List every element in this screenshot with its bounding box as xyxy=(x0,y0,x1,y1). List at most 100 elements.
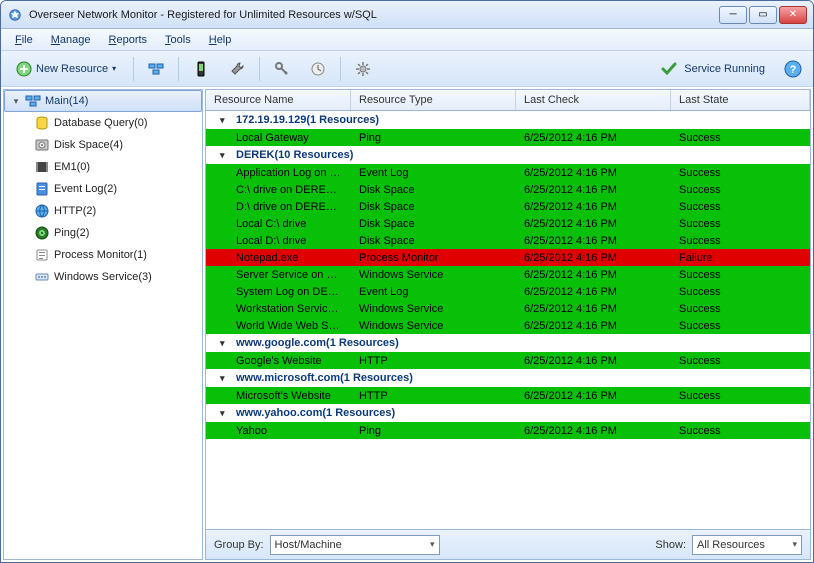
group-by-combo[interactable]: Host/Machine ▾ xyxy=(270,535,440,555)
column-last-state[interactable]: Last State xyxy=(671,90,810,110)
help-button[interactable]: ? xyxy=(779,55,807,83)
tree-item[interactable]: Database Query(0) xyxy=(30,112,202,134)
table-row[interactable]: Notepad.exeProcess Monitor6/25/2012 4:16… xyxy=(206,249,810,266)
cell-last-check: 6/25/2012 4:16 PM xyxy=(516,251,671,265)
cell-last-check: 6/25/2012 4:16 PM xyxy=(516,183,671,197)
show-value: All Resources xyxy=(697,539,765,551)
table-row[interactable]: Local D:\ driveDisk Space6/25/2012 4:16 … xyxy=(206,232,810,249)
cell-resource-type: Ping xyxy=(351,131,516,145)
minimize-button[interactable]: ─ xyxy=(719,6,747,24)
table-row[interactable]: D:\ drive on DEREK via ...Disk Space6/25… xyxy=(206,198,810,215)
cell-last-state: Success xyxy=(671,131,810,145)
tree-item-label: Process Monitor(1) xyxy=(54,249,147,261)
cell-last-check: 6/25/2012 4:16 PM xyxy=(516,268,671,282)
table-row[interactable]: Workstation Service on...Windows Service… xyxy=(206,300,810,317)
new-resource-button[interactable]: New Resource ▾ xyxy=(7,55,125,83)
cell-last-state: Success xyxy=(671,183,810,197)
table-row[interactable]: Microsoft's WebsiteHTTP6/25/2012 4:16 PM… xyxy=(206,387,810,404)
tree-item-label: Windows Service(3) xyxy=(54,271,152,283)
cell-last-check: 6/25/2012 4:16 PM xyxy=(516,131,671,145)
column-last-check[interactable]: Last Check xyxy=(516,90,671,110)
cell-last-state: Success xyxy=(671,389,810,403)
tree-item-label: Ping(2) xyxy=(54,227,89,239)
menu-tools[interactable]: Tools xyxy=(157,32,199,48)
cell-resource-type: Disk Space xyxy=(351,200,516,214)
cell-resource-name: Yahoo xyxy=(206,424,351,438)
schedule-button[interactable] xyxy=(304,55,332,83)
table-row[interactable]: Local C:\ driveDisk Space6/25/2012 4:16 … xyxy=(206,215,810,232)
group-row[interactable]: ▾DEREK(10 Resources) xyxy=(206,146,810,164)
globe-icon xyxy=(34,203,50,219)
expander-icon: ▾ xyxy=(220,373,230,384)
cell-resource-name: Local D:\ drive xyxy=(206,234,351,248)
tools-button[interactable] xyxy=(223,55,251,83)
cell-resource-name: Notepad.exe xyxy=(206,251,351,265)
table-row[interactable]: YahooPing6/25/2012 4:16 PMSuccess xyxy=(206,422,810,439)
cell-resource-type: Disk Space xyxy=(351,234,516,248)
svc-icon xyxy=(34,269,50,285)
sidebar: ▾ Main(14) Database Query(0) Disk Space(4… xyxy=(3,89,203,560)
cell-resource-name: Server Service on DEREK xyxy=(206,268,351,282)
group-row[interactable]: ▾172.19.19.129(1 Resources) xyxy=(206,111,810,129)
cell-last-state: Success xyxy=(671,200,810,214)
show-combo[interactable]: All Resources ▾ xyxy=(692,535,802,555)
titlebar: Overseer Network Monitor - Registered fo… xyxy=(1,1,813,29)
service-status-label: Service Running xyxy=(684,63,765,75)
cell-resource-type: Windows Service xyxy=(351,268,516,282)
tree-item[interactable]: Windows Service(3) xyxy=(30,266,202,288)
cell-last-state: Success xyxy=(671,166,810,180)
table-row[interactable]: System Log on DEREKEvent Log6/25/2012 4:… xyxy=(206,283,810,300)
expander-icon: ▾ xyxy=(220,115,230,126)
table-row[interactable]: World Wide Web Servic...Windows Service6… xyxy=(206,317,810,334)
column-resource-name[interactable]: Resource Name xyxy=(206,90,351,110)
tree-item[interactable]: Event Log(2) xyxy=(30,178,202,200)
group-view-button[interactable] xyxy=(142,55,170,83)
group-row[interactable]: ▾www.yahoo.com(1 Resources) xyxy=(206,404,810,422)
menu-help[interactable]: Help xyxy=(201,32,240,48)
chevron-down-icon: ▾ xyxy=(112,64,116,73)
security-button[interactable] xyxy=(268,55,296,83)
table-row[interactable]: Google's WebsiteHTTP6/25/2012 4:16 PMSuc… xyxy=(206,352,810,369)
tree-item[interactable]: Ping(2) xyxy=(30,222,202,244)
table-row[interactable]: Local GatewayPing6/25/2012 4:16 PMSucces… xyxy=(206,129,810,146)
cell-last-state: Success xyxy=(671,268,810,282)
menu-manage[interactable]: Manage xyxy=(43,32,99,48)
tree-item[interactable]: EM1(0) xyxy=(30,156,202,178)
cell-last-check: 6/25/2012 4:16 PM xyxy=(516,302,671,316)
app-icon xyxy=(7,7,23,23)
settings-button[interactable] xyxy=(349,55,377,83)
tree-item[interactable]: Process Monitor(1) xyxy=(30,244,202,266)
group-row[interactable]: ▾www.microsoft.com(1 Resources) xyxy=(206,369,810,387)
cell-resource-name: Application Log on DEREK xyxy=(206,166,351,180)
cell-last-state: Success xyxy=(671,217,810,231)
cell-resource-type: Disk Space xyxy=(351,183,516,197)
table-row[interactable]: Server Service on DEREKWindows Service6/… xyxy=(206,266,810,283)
group-row[interactable]: ▾www.google.com(1 Resources) xyxy=(206,334,810,352)
menu-reports[interactable]: Reports xyxy=(101,32,156,48)
group-by-label: Group By: xyxy=(214,539,264,551)
cell-resource-type: Windows Service xyxy=(351,302,516,316)
cell-last-check: 6/25/2012 4:16 PM xyxy=(516,200,671,214)
notifications-button[interactable] xyxy=(187,55,215,83)
tree-item[interactable]: HTTP(2) xyxy=(30,200,202,222)
resource-grid: Resource Name Resource Type Last Check L… xyxy=(205,89,811,530)
cell-last-check: 6/25/2012 4:16 PM xyxy=(516,319,671,333)
tree-item[interactable]: Disk Space(4) xyxy=(30,134,202,156)
menu-file[interactable]: File xyxy=(7,32,41,48)
toolbar-separator xyxy=(259,57,260,81)
tree-root-main[interactable]: ▾ Main(14) xyxy=(4,90,202,112)
disk-icon xyxy=(34,137,50,153)
close-button[interactable]: ✕ xyxy=(779,6,807,24)
tree-item-label: Database Query(0) xyxy=(54,117,148,129)
cell-last-state: Failure xyxy=(671,251,810,265)
expander-icon: ▾ xyxy=(220,150,230,161)
cell-resource-name: System Log on DEREK xyxy=(206,285,351,299)
column-resource-type[interactable]: Resource Type xyxy=(351,90,516,110)
maximize-button[interactable]: ▭ xyxy=(749,6,777,24)
expander-icon: ▾ xyxy=(11,96,21,106)
chevron-down-icon: ▾ xyxy=(792,539,797,550)
cell-last-check: 6/25/2012 4:16 PM xyxy=(516,354,671,368)
table-row[interactable]: C:\ drive on DEREK via ...Disk Space6/25… xyxy=(206,181,810,198)
table-row[interactable]: Application Log on DEREKEvent Log6/25/20… xyxy=(206,164,810,181)
tree-item-label: Event Log(2) xyxy=(54,183,117,195)
